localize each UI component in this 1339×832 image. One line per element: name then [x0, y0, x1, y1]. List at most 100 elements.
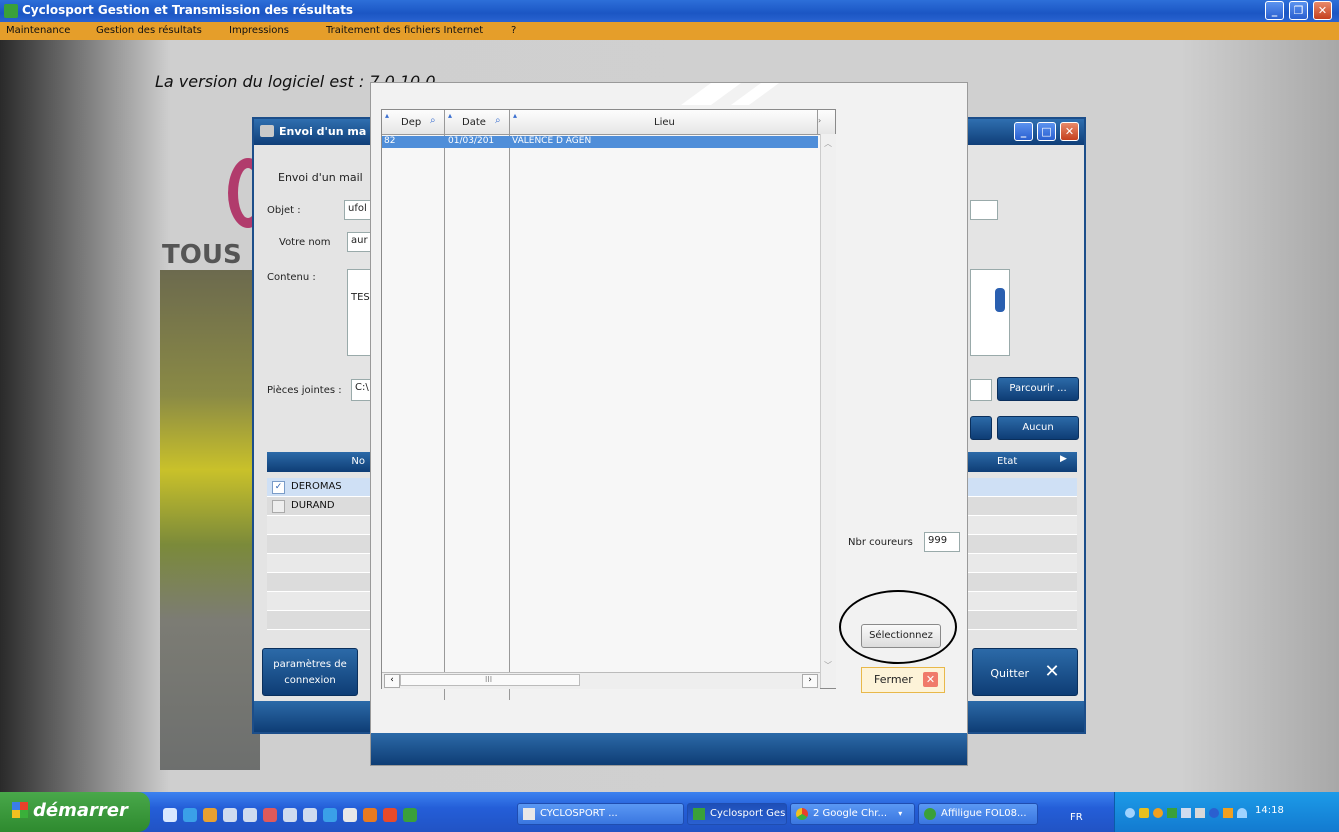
document-icon — [523, 808, 535, 820]
taskbar-item-chrome[interactable]: 2 Google Chr... ▾ — [790, 803, 915, 825]
col-date-header[interactable]: ▴ Date ⌕ — [445, 110, 510, 134]
windows-flag-icon — [12, 802, 28, 818]
firefox-icon[interactable] — [203, 808, 217, 822]
mail-window-title: Envoi d'un ma — [279, 125, 367, 138]
pieces-jointes-label: Pièces jointes : — [267, 385, 342, 396]
horizontal-scrollbar[interactable]: ‹ III › — [382, 672, 820, 689]
start-label: démarrer — [33, 800, 128, 821]
mail-heading: Envoi d'un mail — [278, 171, 363, 184]
scroll-up-icon[interactable]: ︿ — [824, 138, 832, 149]
minimize-button[interactable]: _ — [1265, 1, 1284, 20]
col-dep-header[interactable]: ▴ Dep ⌕ — [382, 110, 445, 134]
quicklaunch-icon[interactable] — [163, 808, 177, 822]
params-label-line2: connexion — [284, 675, 336, 686]
hscroll-thumb[interactable]: III — [400, 674, 580, 686]
row-checkbox[interactable] — [272, 500, 285, 513]
quicklaunch-icon[interactable] — [223, 808, 237, 822]
grid-col-nom[interactable]: No — [295, 456, 365, 467]
scroll-down-icon[interactable]: ﹀ — [824, 660, 832, 671]
mail-maximize-button[interactable]: □ — [1037, 122, 1056, 141]
quicklaunch-icon[interactable] — [383, 808, 397, 822]
app-title-bar: Cyclosport Gestion et Transmission des r… — [0, 0, 1339, 22]
menu-traitement-fichiers[interactable]: Traitement des fichiers Internet — [326, 25, 483, 36]
bluetooth-icon[interactable] — [1209, 808, 1219, 818]
taskbar-item-label: CYCLOSPORT ... — [540, 808, 618, 819]
close-button[interactable]: ✕ — [1313, 1, 1332, 20]
selection-dialog: ▴ Dep ⌕ ▴ Date ⌕ ▴ Lieu › 82 01/03/201 V… — [370, 82, 968, 766]
menu-gestion-resultats[interactable]: Gestion des résultats — [96, 25, 202, 36]
taskbar-item-affiligue[interactable]: Affiligue FOL08... — [918, 803, 1038, 825]
grid-scroll-right-icon[interactable]: ▶ — [1060, 454, 1074, 470]
mail-close-button[interactable]: ✕ — [1060, 122, 1079, 141]
menu-bar: Maintenance Gestion des résultats Impres… — [0, 22, 1339, 40]
contenu-field-end[interactable] — [970, 269, 1010, 356]
col-lieu-header[interactable]: ▴ Lieu — [510, 110, 818, 134]
chevron-right-icon[interactable]: › — [818, 116, 821, 125]
pieces-jointes-field-end[interactable] — [970, 379, 992, 401]
tray-icon[interactable] — [1223, 808, 1233, 818]
table-row-selected[interactable]: 82 01/03/201 VALENCE D AGEN — [382, 136, 818, 148]
cyclist-app-icon — [4, 4, 18, 18]
cyclist-icon[interactable] — [403, 808, 417, 822]
sort-icon: ▴ — [513, 111, 518, 120]
grid-col-etat[interactable]: Etat — [997, 456, 1017, 467]
column-divider — [509, 134, 510, 700]
vertical-scrollbar[interactable]: ︿ ﹀ — [820, 134, 836, 688]
row-checkbox-checked[interactable]: ✓ — [272, 481, 285, 494]
quicklaunch-icon[interactable] — [283, 808, 297, 822]
wifi-icon[interactable] — [1237, 808, 1247, 818]
parcourir-button[interactable]: Parcourir ... — [997, 377, 1079, 401]
dropdown-arrow-icon: ▾ — [898, 809, 903, 818]
quicklaunch-icon[interactable] — [263, 808, 277, 822]
col-dep-label: Dep — [401, 117, 422, 128]
road-photo — [160, 270, 260, 770]
menu-impressions[interactable]: Impressions — [229, 25, 289, 36]
clock[interactable]: 14:18 — [1255, 805, 1284, 816]
quicklaunch-icon[interactable] — [243, 808, 257, 822]
selectionnez-button[interactable]: Sélectionnez — [861, 624, 941, 648]
quitter-button[interactable]: Quitter ✕ — [972, 648, 1078, 696]
quicklaunch-icon[interactable] — [323, 808, 337, 822]
tray-icon[interactable] — [1153, 808, 1163, 818]
menu-maintenance[interactable]: Maintenance — [6, 25, 70, 36]
objet-label: Objet : — [267, 205, 301, 216]
contenu-scroll-thumb[interactable] — [995, 288, 1005, 312]
tous-button[interactable] — [970, 416, 992, 440]
ie-icon[interactable] — [183, 808, 197, 822]
parametres-connexion-button[interactable]: paramètres de connexion — [262, 648, 358, 696]
decorative-stripes — [681, 83, 779, 105]
menu-help[interactable]: ? — [511, 25, 516, 36]
app-icon — [924, 808, 936, 820]
search-icon[interactable]: ⌕ — [495, 115, 501, 126]
tray-icon[interactable] — [1125, 808, 1135, 818]
taskbar-item-label: 2 Google Chr... — [813, 808, 888, 819]
nbr-coureurs-label: Nbr coureurs — [848, 537, 913, 548]
lan-icon[interactable] — [1195, 808, 1205, 818]
app-title: Cyclosport Gestion et Transmission des r… — [22, 3, 354, 17]
scroll-left-icon[interactable]: ‹ — [384, 674, 400, 688]
shield-icon[interactable] — [1139, 808, 1149, 818]
contenu-label: Contenu : — [267, 272, 316, 283]
network-icon[interactable] — [1181, 808, 1191, 818]
cyclist-icon — [693, 808, 705, 820]
aucun-button[interactable]: Aucun — [997, 416, 1079, 440]
fermer-button[interactable]: Fermer ✕ — [861, 667, 945, 693]
sort-icon: ▴ — [448, 111, 453, 120]
scroll-right-icon[interactable]: › — [802, 674, 818, 688]
votre-nom-label: Votre nom — [279, 237, 331, 248]
quicklaunch-icon[interactable] — [343, 808, 357, 822]
sort-icon: ▴ — [385, 111, 390, 120]
tray-icon[interactable] — [1167, 808, 1177, 818]
vlc-icon[interactable] — [363, 808, 377, 822]
nbr-coureurs-field[interactable]: 999 — [924, 532, 960, 552]
mail-minimize-button[interactable]: _ — [1014, 122, 1033, 141]
language-indicator[interactable]: FR — [1070, 812, 1083, 823]
col-date-label: Date — [462, 117, 486, 128]
quicklaunch-icon[interactable] — [303, 808, 317, 822]
taskbar-item-cyclosport-doc[interactable]: CYCLOSPORT ... — [517, 803, 684, 825]
start-button[interactable]: démarrer — [0, 792, 150, 832]
objet-field-end[interactable] — [970, 200, 998, 220]
search-icon[interactable]: ⌕ — [430, 115, 436, 126]
restore-button[interactable]: ❐ — [1289, 1, 1308, 20]
taskbar-item-cyclosport-app[interactable]: Cyclosport Ges... — [687, 803, 787, 825]
